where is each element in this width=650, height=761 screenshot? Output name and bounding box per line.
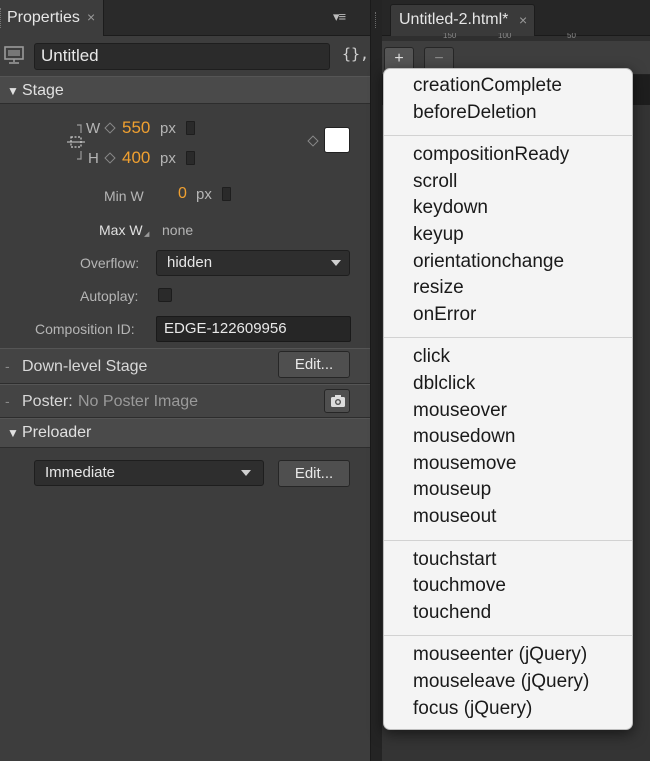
drag-grip[interactable] bbox=[375, 12, 378, 28]
height-value[interactable]: 400 bbox=[122, 148, 150, 168]
close-icon[interactable]: × bbox=[87, 9, 95, 25]
document-tabbar: Untitled-2.html* × bbox=[382, 0, 650, 36]
menu-item[interactable]: mouseleave (jQuery) bbox=[413, 671, 589, 693]
tab-properties-label: Properties bbox=[7, 9, 80, 26]
menu-item[interactable]: dblclick bbox=[413, 373, 475, 395]
menu-item[interactable]: onError bbox=[413, 304, 476, 326]
section-dash-icon: - bbox=[5, 358, 10, 374]
autoplay-checkbox[interactable] bbox=[158, 288, 172, 302]
poster-section: - Poster: No Poster Image bbox=[0, 384, 370, 418]
menu-item[interactable]: mouseover bbox=[413, 400, 507, 422]
height-toggle[interactable] bbox=[186, 151, 195, 165]
ruler-label: 50 bbox=[567, 33, 576, 40]
drag-grip[interactable] bbox=[0, 8, 3, 28]
menu-item[interactable]: scroll bbox=[413, 171, 457, 193]
document-tab-label: Untitled-2.html* bbox=[399, 11, 509, 28]
menu-item[interactable]: keyup bbox=[413, 224, 464, 246]
autoplay-label: Autoplay: bbox=[80, 288, 139, 304]
min-w-toggle[interactable] bbox=[222, 187, 231, 201]
stage-section-label: Stage bbox=[22, 82, 64, 99]
menu-item[interactable]: compositionReady bbox=[413, 144, 569, 166]
composition-id-label: Composition ID: bbox=[35, 321, 135, 337]
tab-properties[interactable]: Properties × bbox=[0, 0, 104, 36]
menu-item[interactable]: click bbox=[413, 346, 450, 368]
properties-tabbar: Properties × ▾≡ bbox=[0, 0, 370, 36]
height-keyframe-diamond-icon[interactable] bbox=[104, 152, 116, 164]
downlevel-label: Down-level Stage bbox=[22, 358, 148, 375]
link-dimensions-icon[interactable] bbox=[65, 123, 87, 161]
chevron-down-icon bbox=[331, 260, 341, 266]
composition-id-field[interactable]: EDGE-122609956 bbox=[156, 316, 351, 342]
ruler-label: 150 bbox=[443, 33, 457, 40]
height-unit[interactable]: px bbox=[160, 150, 176, 167]
preloader-label: Preloader bbox=[22, 424, 92, 441]
menu-item[interactable]: touchend bbox=[413, 602, 491, 624]
poster-value: No Poster Image bbox=[78, 393, 199, 410]
menu-item[interactable]: touchstart bbox=[413, 549, 496, 571]
menu-item[interactable]: mouseup bbox=[413, 479, 491, 501]
min-w-label: Min W bbox=[104, 188, 144, 204]
menu-item[interactable]: mousedown bbox=[413, 426, 515, 448]
max-w-value[interactable]: none bbox=[162, 222, 193, 238]
stage-section-header[interactable]: ▼ Stage bbox=[0, 76, 370, 104]
max-w-label: Max W bbox=[99, 222, 143, 238]
menu-separator bbox=[384, 540, 632, 541]
overflow-select[interactable]: hidden bbox=[156, 250, 350, 276]
stage-icon bbox=[4, 46, 24, 64]
width-keyframe-diamond-icon[interactable] bbox=[104, 122, 116, 134]
menu-item[interactable]: resize bbox=[413, 277, 464, 299]
chevron-down-icon bbox=[241, 470, 251, 476]
ruler-label: 100 bbox=[498, 33, 512, 40]
menu-item[interactable]: orientationchange bbox=[413, 251, 564, 273]
menu-item[interactable]: mouseout bbox=[413, 506, 496, 528]
width-unit[interactable]: px bbox=[160, 120, 176, 137]
overflow-value: hidden bbox=[167, 254, 213, 271]
collapse-triangle-icon[interactable]: ▼ bbox=[7, 426, 19, 440]
capture-poster-button[interactable] bbox=[324, 389, 350, 413]
height-label: H bbox=[88, 150, 99, 167]
color-keyframe-diamond-icon[interactable] bbox=[307, 135, 319, 147]
background-color-swatch[interactable] bbox=[324, 127, 350, 153]
min-w-value[interactable]: 0 bbox=[178, 185, 187, 203]
width-toggle[interactable] bbox=[186, 121, 195, 135]
close-icon[interactable]: × bbox=[519, 12, 527, 28]
properties-panel: Properties × ▾≡ Untitled {}, ▼ Stage W 5… bbox=[0, 0, 370, 761]
menu-item[interactable]: mousemove bbox=[413, 453, 517, 475]
menu-item[interactable]: beforeDeletion bbox=[413, 102, 537, 124]
menu-separator bbox=[384, 135, 632, 136]
collapse-triangle-icon[interactable]: ▼ bbox=[7, 84, 19, 98]
panel-splitter[interactable] bbox=[370, 0, 382, 761]
preloader-mode-value: Immediate bbox=[45, 464, 116, 481]
poster-label: Poster: bbox=[22, 393, 73, 410]
code-button[interactable]: {}, bbox=[342, 45, 369, 63]
width-value[interactable]: 550 bbox=[122, 118, 150, 138]
downlevel-edit-button[interactable]: Edit... bbox=[278, 351, 350, 378]
section-dash-icon: - bbox=[5, 393, 10, 409]
symbol-name-input[interactable]: Untitled bbox=[34, 43, 330, 70]
panel-menu-icon[interactable]: ▾≡ bbox=[333, 9, 346, 25]
ruler: 150 100 50 bbox=[395, 33, 650, 41]
menu-item[interactable]: touchmove bbox=[413, 575, 506, 597]
min-w-unit[interactable]: px bbox=[196, 186, 212, 203]
menu-separator bbox=[384, 337, 632, 338]
menu-item[interactable]: keydown bbox=[413, 197, 488, 219]
menu-separator bbox=[384, 635, 632, 636]
symbol-row: Untitled {}, bbox=[0, 36, 370, 76]
event-menu: creationComplete beforeDeletion compositio… bbox=[383, 68, 633, 730]
preloader-section-header[interactable]: ▼ Preloader bbox=[0, 418, 370, 448]
width-label: W bbox=[86, 120, 101, 137]
preloader-edit-button[interactable]: Edit... bbox=[278, 460, 350, 487]
max-w-corner-icon: ◢ bbox=[144, 231, 150, 238]
menu-item[interactable]: creationComplete bbox=[413, 75, 562, 97]
menu-item[interactable]: mouseenter (jQuery) bbox=[413, 644, 587, 666]
overflow-label: Overflow: bbox=[80, 255, 140, 271]
menu-item[interactable]: focus (jQuery) bbox=[413, 698, 532, 720]
camera-icon bbox=[331, 395, 345, 407]
preloader-mode-select[interactable]: Immediate bbox=[34, 460, 264, 486]
tab-document[interactable]: Untitled-2.html* × bbox=[390, 4, 535, 36]
